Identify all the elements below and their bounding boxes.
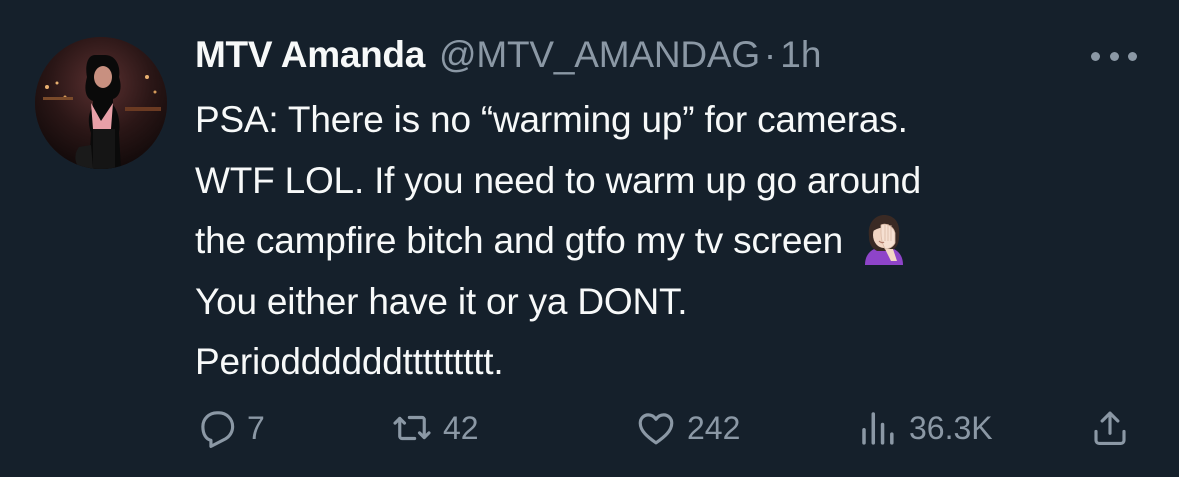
- tweet-header: MTV Amanda @MTV_AMANDAG · 1h: [195, 34, 821, 84]
- tweet-text-line: the campfire bitch and gtfo my tv screen: [195, 220, 844, 261]
- tweet-card[interactable]: MTV Amanda @MTV_AMANDAG · 1h PSA: There …: [0, 0, 1179, 477]
- more-icon[interactable]: [1091, 46, 1137, 66]
- views-button[interactable]: 36.3K: [857, 403, 993, 453]
- face-palm-emoji-icon: [857, 211, 911, 265]
- tweet-text-line: Perioddddddttttttttt.: [195, 341, 504, 382]
- author-name[interactable]: MTV Amanda: [195, 34, 425, 76]
- heart-icon: [635, 407, 677, 449]
- retweet-button[interactable]: 42: [391, 403, 479, 453]
- avatar[interactable]: [35, 37, 167, 169]
- avatar-image: [35, 37, 167, 169]
- like-count: 242: [687, 409, 741, 446]
- more-dot: [1128, 51, 1137, 61]
- share-icon: [1089, 407, 1131, 449]
- retweet-count: 42: [443, 409, 479, 446]
- view-count: 36.3K: [909, 409, 993, 446]
- reply-button[interactable]: 7: [195, 403, 265, 453]
- separator-dot: ·: [763, 34, 777, 75]
- tweet-text-line: PSA: There is no “warming up” for camera…: [195, 99, 908, 140]
- tweet-timestamp[interactable]: 1h: [780, 34, 821, 76]
- author-handle[interactable]: @MTV_AMANDAG: [439, 34, 760, 76]
- share-button[interactable]: [1089, 403, 1131, 453]
- more-dot: [1091, 51, 1100, 61]
- tweet-actions: 7 42 242 36.3K: [195, 403, 1145, 453]
- tweet-text-line: WTF LOL. If you need to warm up go aroun…: [195, 159, 922, 201]
- tweet-text-line: You either have it or ya DONT.: [195, 280, 688, 322]
- like-button[interactable]: 242: [635, 403, 740, 453]
- views-icon: [857, 407, 899, 449]
- tweet-text: PSA: There is no “warming up” for camera…: [195, 90, 1145, 393]
- reply-count: 7: [247, 409, 265, 446]
- reply-icon: [195, 407, 237, 449]
- tweet-text-line-with-emoji: the campfire bitch and gtfo my tv screen: [195, 211, 1145, 272]
- retweet-icon: [391, 407, 433, 449]
- more-dot: [1109, 51, 1119, 61]
